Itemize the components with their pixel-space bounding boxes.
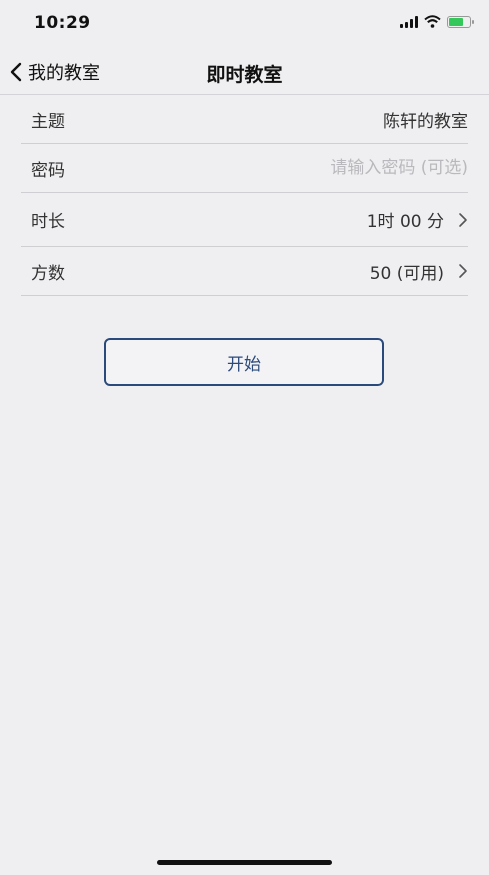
topic-row[interactable]: 主题 陈轩的教室 <box>21 95 468 144</box>
chevron-right-icon <box>459 212 467 227</box>
participants-label: 方数 <box>31 263 65 284</box>
cellular-signal-icon <box>400 15 418 28</box>
password-input[interactable] <box>218 158 468 178</box>
participants-value: 50 (可用) <box>369 263 444 284</box>
password-label: 密码 <box>31 160 65 181</box>
chevron-right-icon <box>459 264 467 278</box>
topic-value: 陈轩的教室 <box>383 111 468 132</box>
battery-icon <box>447 15 474 28</box>
page-title: 即时教室 <box>206 64 283 86</box>
duration-label: 时长 <box>31 212 65 232</box>
participants-row[interactable]: 方数 50 (可用) <box>21 247 468 296</box>
status-bar: 10:29 <box>0 0 489 50</box>
duration-value-wrap: 1时 00 分 <box>367 207 468 232</box>
password-row: 密码 <box>21 144 468 193</box>
status-icons <box>400 15 474 28</box>
duration-value: 1时 00 分 <box>366 212 444 232</box>
home-indicator[interactable] <box>157 860 332 865</box>
duration-row[interactable]: 时长 1时 00 分 <box>21 193 468 247</box>
status-time: 10:29 <box>34 13 91 33</box>
start-button[interactable]: 开始 <box>104 338 384 386</box>
classroom-form: 主题 陈轩的教室 密码 时长 1时 00 分 方数 50 (可用) <box>21 95 468 296</box>
wifi-icon <box>424 15 441 28</box>
participants-value-wrap: 50 (可用) <box>370 259 468 284</box>
topic-label: 主题 <box>31 111 65 132</box>
navigation-bar: 我的教室 即时教室 <box>0 50 489 95</box>
